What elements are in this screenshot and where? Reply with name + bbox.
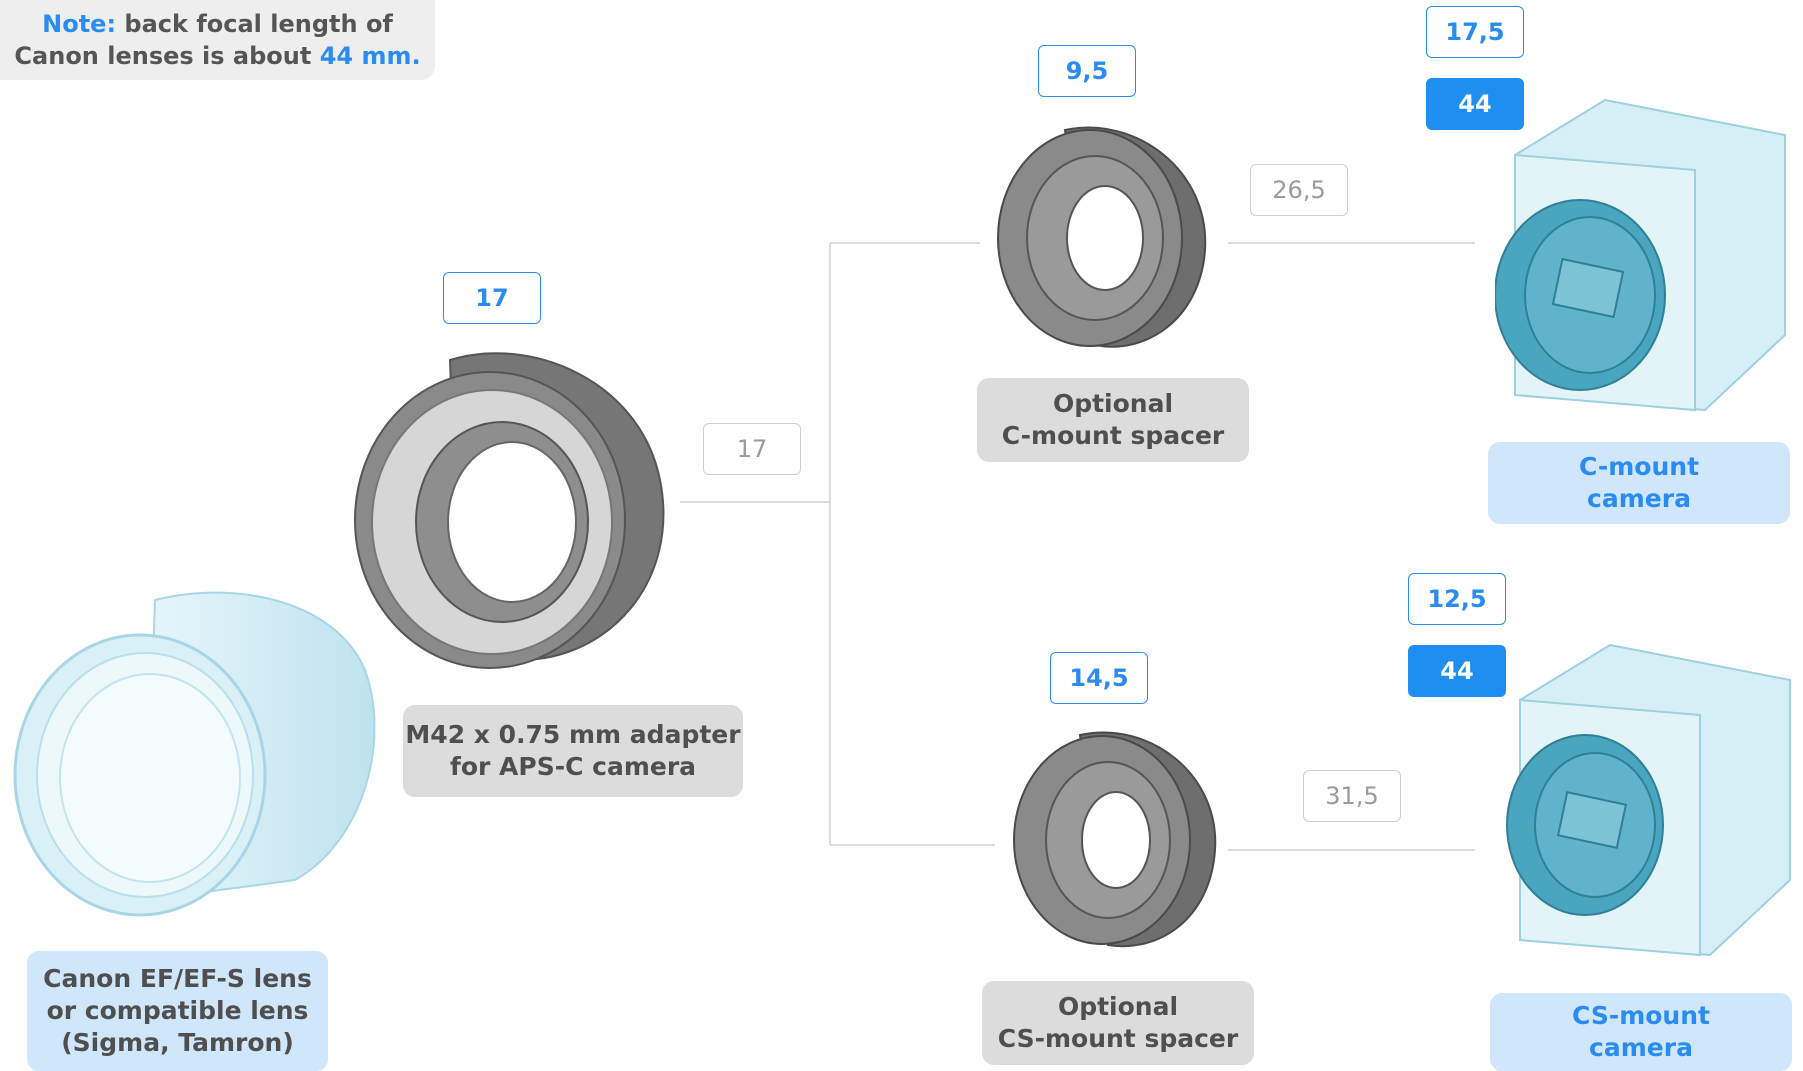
cs-camera-illustration [1506, 643, 1791, 957]
note-line-1: Note: back focal length of [42, 8, 393, 40]
adapter-label: M42 x 0.75 mm adapter for APS-C camera [403, 705, 743, 797]
cs-spacer-illustration [1013, 731, 1217, 948]
c-spacer-label: Optional C-mount spacer [977, 378, 1249, 462]
lens-label-line-3: (Sigma, Tamron) [61, 1028, 294, 1057]
c-spacer-length-badge: 9,5 [1038, 45, 1136, 97]
adapter-label-line-2: for APS-C camera [449, 752, 697, 781]
cs-spacer-label-line-2: CS-mount spacer [997, 1024, 1239, 1053]
cs-camera-flange-badge: 12,5 [1408, 573, 1506, 625]
note-line-2: Canon lenses is about 44 mm. [14, 40, 420, 72]
c-camera-label: C-mount camera [1488, 442, 1790, 524]
adapter-label-line-1: M42 x 0.75 mm adapter [405, 720, 741, 749]
c-camera-label-line-2: camera [1587, 484, 1691, 513]
note-value: 44 mm. [319, 42, 421, 70]
c-camera-label-line-1: C-mount [1578, 452, 1700, 481]
cs-spacer-label: Optional CS-mount spacer [982, 981, 1254, 1065]
c-camera-total-badge: 44 [1426, 78, 1524, 130]
note-box: Note: back focal length of Canon lenses … [0, 0, 435, 80]
cs-camera-label-line-1: CS-mount [1572, 1001, 1710, 1030]
lens-label-line-1: Canon EF/EF-S lens [43, 964, 312, 993]
c-camera-illustration [1495, 98, 1786, 412]
cs-camera-label: CS-mount camera [1490, 993, 1792, 1071]
note-line2-text: Canon lenses is about [14, 42, 320, 70]
c-spacer-illustration [997, 126, 1207, 348]
adapter-length-badge: 17 [443, 272, 541, 324]
cs-spacer-length-badge: 14,5 [1050, 652, 1148, 704]
adapter-connector-badge: 17 [703, 423, 801, 475]
c-spacer-label-line-2: C-mount spacer [1001, 421, 1225, 450]
cs-camera-label-line-2: camera [1589, 1033, 1693, 1062]
lens-label-line-2: or compatible lens [46, 996, 309, 1025]
c-spacer-connector-badge: 26,5 [1250, 164, 1348, 216]
c-camera-flange-badge: 17,5 [1426, 6, 1524, 58]
note-line1-text: back focal length of [116, 10, 393, 38]
note-prefix: Note: [42, 10, 117, 38]
cs-spacer-connector-badge: 31,5 [1303, 770, 1401, 822]
cs-camera-total-badge: 44 [1408, 645, 1506, 697]
lens-label: Canon EF/EF-S lens or compatible lens (S… [27, 951, 328, 1071]
cs-spacer-label-line-1: Optional [1057, 992, 1179, 1021]
c-spacer-label-line-1: Optional [1052, 389, 1174, 418]
adapter-illustration [354, 352, 665, 669]
canon-lens-illustration [13, 591, 376, 917]
